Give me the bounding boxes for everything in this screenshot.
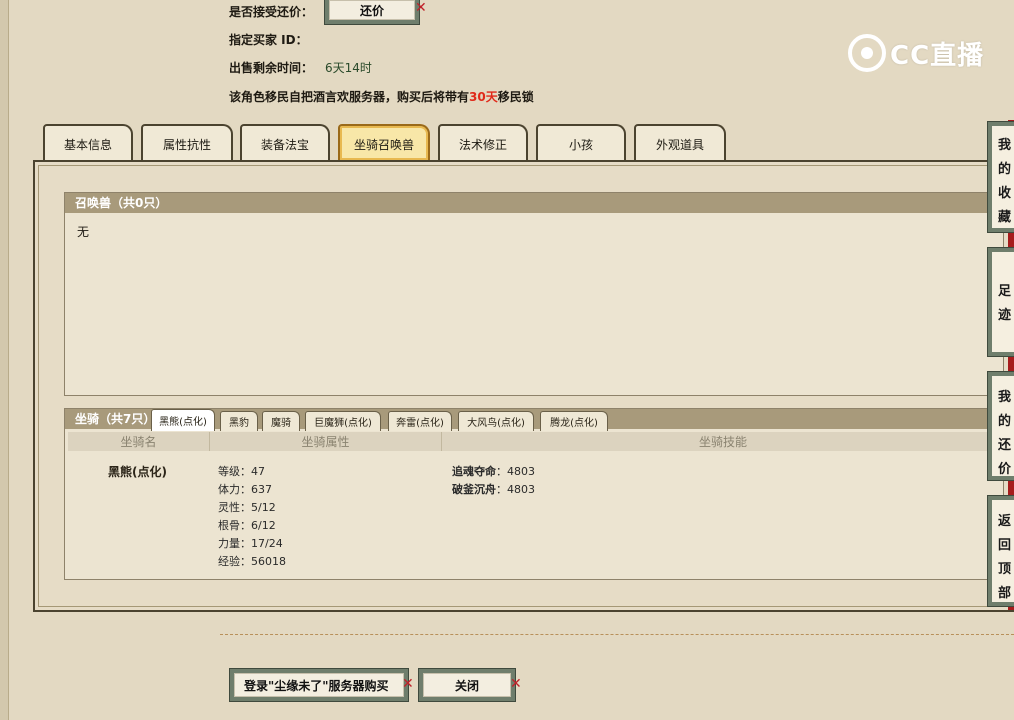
summon-section: 召唤兽（共0只） 无 bbox=[64, 192, 1004, 396]
skill-2-value: ：4803 bbox=[496, 483, 535, 496]
login-buy-button[interactable]: 登录"尘缘未了"服务器购买 bbox=[229, 668, 409, 702]
divider-line bbox=[220, 634, 1014, 635]
side-nav-back-to-top[interactable]: 返回顶部 bbox=[987, 495, 1014, 607]
mount-tab-magic-rider[interactable]: 魔骑 bbox=[262, 411, 300, 431]
tab-mounts-summons[interactable]: 坐骑召唤兽 bbox=[338, 124, 430, 160]
warning-suffix: 移民锁 bbox=[497, 90, 534, 104]
summon-content: 无 bbox=[77, 225, 90, 239]
skill-1-value: ：4803 bbox=[496, 465, 535, 478]
mount-tab-black-panther[interactable]: 黑豹 bbox=[220, 411, 258, 431]
mount-name: 黑熊(点化) bbox=[108, 465, 167, 479]
migration-warning: 该角色移民自把酒言欢服务器，购买后将带有30天移民锁 bbox=[229, 88, 534, 105]
mount-stat-bone: 根骨：6/12 bbox=[218, 519, 276, 532]
mount-tab-great-wind-bird[interactable]: 大风鸟(点化) bbox=[458, 411, 534, 431]
time-remaining-label: 出售剩余时间： bbox=[229, 61, 314, 75]
mount-skill-1: 追魂夺命：4803 bbox=[452, 463, 535, 479]
mount-tab-soaring-dragon[interactable]: 腾龙(点化) bbox=[540, 411, 608, 431]
mount-tab-thunder[interactable]: 奔雷(点化) bbox=[388, 411, 452, 431]
mount-skill-2: 破釜沉舟：4803 bbox=[452, 481, 535, 497]
tab-equipment[interactable]: 装备法宝 bbox=[240, 124, 330, 160]
col-mount-attributes: 坐骑属性 bbox=[210, 432, 442, 451]
mount-tab-giant-lion[interactable]: 巨魔狮(点化) bbox=[305, 411, 381, 431]
accept-counter-label: 是否接受还价： bbox=[229, 5, 314, 19]
time-remaining-value: 6天14时 bbox=[325, 61, 372, 75]
warning-prefix: 该角色移民自把酒言欢服务器，购买后将带有 bbox=[229, 90, 470, 104]
close-mark-icon: ✕ bbox=[402, 676, 414, 692]
skill-2-name: 破釜沉舟 bbox=[452, 483, 496, 496]
tab-attributes[interactable]: 属性抗性 bbox=[141, 124, 233, 160]
side-nav-my-offers[interactable]: 我的还价 bbox=[987, 371, 1014, 481]
mount-stat-exp: 经验：56018 bbox=[218, 555, 286, 568]
tab-appearance[interactable]: 外观道具 bbox=[634, 124, 726, 160]
cc-logo-icon bbox=[848, 34, 886, 72]
mount-stat-spirit: 灵性：5/12 bbox=[218, 501, 276, 514]
close-mark-icon: ✕ bbox=[415, 0, 427, 16]
summon-title: 召唤兽（共0只） bbox=[65, 193, 1003, 213]
watermark-text: CC直播 bbox=[890, 40, 985, 71]
side-nav-history-label: 足迹 bbox=[998, 284, 1012, 323]
warning-days: 30天 bbox=[469, 90, 498, 104]
buyer-id-label: 指定买家 ID： bbox=[229, 33, 308, 47]
left-border bbox=[0, 0, 9, 720]
counter-offer-button[interactable]: 还价 bbox=[324, 0, 420, 25]
side-nav-favorites[interactable]: 我的收藏 bbox=[987, 121, 1014, 233]
mount-stat-level: 等级：47 bbox=[218, 465, 265, 478]
tab-basic-info[interactable]: 基本信息 bbox=[43, 124, 133, 160]
side-nav-history[interactable]: 足迹 bbox=[987, 247, 1014, 357]
col-mount-skills: 坐骑技能 bbox=[442, 432, 1004, 451]
side-nav-favorites-label: 我的收藏 bbox=[998, 138, 1012, 225]
mount-tab-black-bear[interactable]: 黑熊(点化) bbox=[151, 409, 215, 431]
tab-children[interactable]: 小孩 bbox=[536, 124, 626, 160]
col-mount-name: 坐骑名 bbox=[68, 432, 210, 451]
side-nav-my-offers-label: 我的还价 bbox=[998, 390, 1012, 477]
skill-1-name: 追魂夺命 bbox=[452, 465, 496, 478]
mount-stat-stamina: 体力：637 bbox=[218, 483, 272, 496]
tab-spell-correction[interactable]: 法术修正 bbox=[438, 124, 528, 160]
close-button[interactable]: 关闭 bbox=[418, 668, 516, 702]
side-nav-back-to-top-label: 返回顶部 bbox=[998, 514, 1012, 601]
cc-live-watermark: CC直播 bbox=[848, 34, 984, 72]
mount-stat-strength: 力量：17/24 bbox=[218, 537, 283, 550]
close-mark-icon: ✕ bbox=[510, 676, 522, 692]
